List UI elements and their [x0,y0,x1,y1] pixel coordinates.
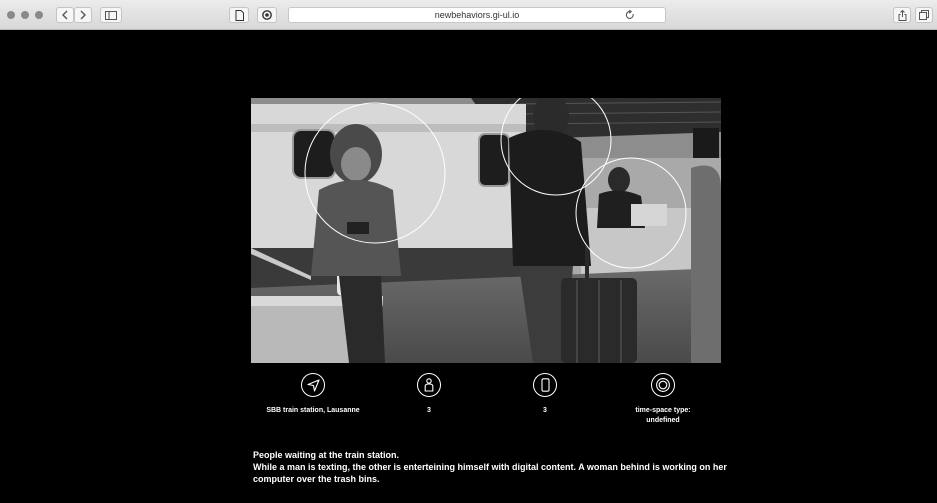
page-icon [235,9,244,21]
caption-line-2: While a man is texting, the other is ent… [253,462,727,484]
people-count-label: 3 [427,407,431,414]
zoom-window-dot[interactable] [35,11,43,19]
chevron-right-icon [80,10,86,20]
photo-caption: People waiting at the train station. Whi… [253,449,733,485]
station-photo [251,98,721,363]
phone-icon [533,373,557,397]
location-label: SBB train station, Lausanne [266,407,360,414]
chevron-left-icon [62,10,68,20]
device-count-label: 3 [543,407,547,414]
location-arrow-icon [301,373,325,397]
caption-line-1: People waiting at the train station. [253,450,400,460]
reader-button[interactable] [229,7,249,23]
back-button[interactable] [56,7,74,23]
tabs-icon [919,10,929,20]
share-icon [898,9,906,21]
station-scene [251,98,721,363]
privacy-button[interactable] [257,7,277,23]
reload-icon[interactable] [625,10,635,20]
sidebar-button[interactable] [100,7,122,23]
close-window-dot[interactable] [7,11,15,19]
target-icon [651,373,675,397]
url-text: newbehaviors.gi-ul.io [434,10,520,20]
browser-toolbar: newbehaviors.gi-ul.io [0,0,937,30]
share-button[interactable] [893,7,911,23]
minimize-window-dot[interactable] [21,11,29,19]
address-bar[interactable]: newbehaviors.gi-ul.io [288,7,666,23]
person-icon [417,373,441,397]
forward-button[interactable] [74,7,92,23]
time-space-type-label: time-space type: undefined [635,407,691,424]
tabs-button[interactable] [915,7,933,23]
shield-icon [262,10,272,20]
sidebar-icon [105,10,117,20]
